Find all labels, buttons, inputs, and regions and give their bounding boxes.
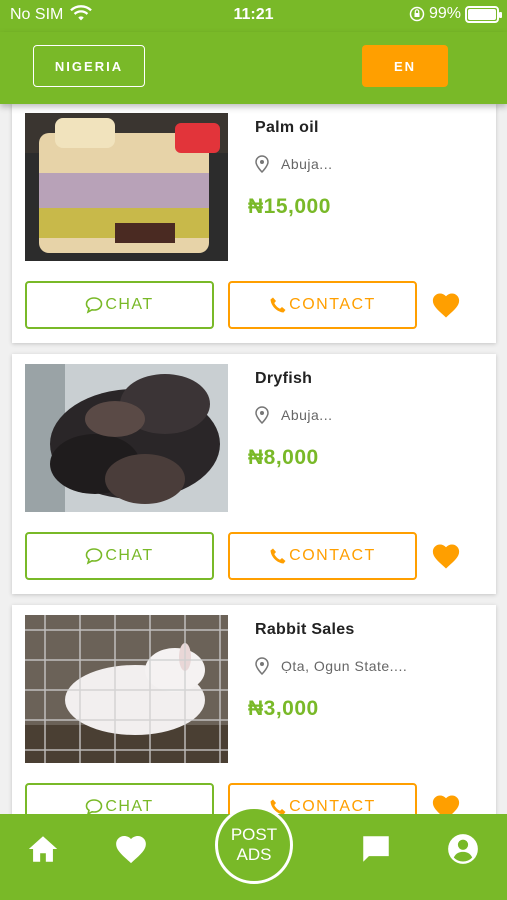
home-icon[interactable] — [26, 832, 60, 866]
location-pin-icon — [255, 406, 269, 424]
listing-feed[interactable]: Palm oil Abuja... ₦15,000 CHAT CONTACT D… — [0, 104, 507, 814]
chat-button[interactable]: CHAT — [25, 281, 214, 329]
messages-icon[interactable] — [359, 832, 393, 866]
listing-photo[interactable] — [25, 364, 228, 512]
listing-photo[interactable] — [25, 615, 228, 763]
status-right: 99% — [409, 5, 502, 23]
listing-title[interactable]: Palm oil — [255, 119, 319, 137]
heart-icon[interactable] — [431, 542, 461, 570]
status-bar: No SIM 11:21 99% — [0, 0, 507, 32]
post-ads-button[interactable]: POST ADS — [215, 806, 293, 884]
listing-title[interactable]: Rabbit Sales — [255, 621, 355, 639]
listing-location: Ọta, Ogun State.... — [255, 657, 407, 675]
location-text: Ọta, Ogun State.... — [281, 658, 408, 674]
contact-button[interactable]: CONTACT — [228, 532, 417, 580]
heart-icon[interactable] — [431, 793, 461, 814]
top-header: NIGERIA EN — [0, 32, 507, 104]
chat-button[interactable]: CHAT — [25, 783, 214, 814]
favorites-icon[interactable] — [114, 832, 148, 866]
profile-icon[interactable] — [446, 832, 480, 866]
heart-icon[interactable] — [431, 291, 461, 319]
contact-button[interactable]: CONTACT — [228, 281, 417, 329]
phone-icon — [270, 297, 286, 313]
contact-label: CONTACT — [289, 547, 376, 564]
battery-icon — [465, 5, 502, 23]
listing-photo[interactable] — [25, 113, 228, 261]
contact-label: CONTACT — [289, 798, 376, 814]
location-text: Abuja... — [281, 407, 333, 423]
listing-card[interactable]: Palm oil Abuja... ₦15,000 CHAT CONTACT — [12, 104, 496, 343]
listing-card[interactable]: Dryfish Abuja... ₦8,000 CHAT CONTACT — [12, 354, 496, 594]
language-button[interactable]: EN — [362, 45, 448, 87]
chat-label: CHAT — [105, 296, 154, 313]
listing-price: ₦15,000 — [248, 195, 331, 218]
chat-bubble-icon — [86, 799, 103, 814]
listing-price: ₦8,000 — [248, 446, 319, 469]
post-ads-line1: POST — [230, 825, 278, 844]
chat-label: CHAT — [105, 547, 154, 564]
listing-location: Abuja... — [255, 155, 332, 173]
country-selector-button[interactable]: NIGERIA — [33, 45, 145, 87]
bottom-navigation: POST ADS — [0, 806, 507, 900]
location-pin-icon — [255, 657, 269, 675]
chat-button[interactable]: CHAT — [25, 532, 214, 580]
chat-label: CHAT — [105, 798, 154, 814]
listing-title[interactable]: Dryfish — [255, 370, 312, 388]
listing-card[interactable]: Rabbit Sales Ọta, Ogun State.... ₦3,000 … — [12, 605, 496, 814]
location-pin-icon — [255, 155, 269, 173]
battery-percent: 99% — [428, 5, 461, 22]
contact-label: CONTACT — [289, 296, 376, 313]
chat-bubble-icon — [86, 297, 103, 314]
orientation-lock-icon — [409, 6, 425, 22]
phone-icon — [270, 548, 286, 564]
listing-price: ₦3,000 — [248, 697, 319, 720]
post-ads-line2: ADS — [236, 845, 272, 864]
listing-location: Abuja... — [255, 406, 332, 424]
location-text: Abuja... — [281, 156, 333, 172]
chat-bubble-icon — [86, 548, 103, 565]
